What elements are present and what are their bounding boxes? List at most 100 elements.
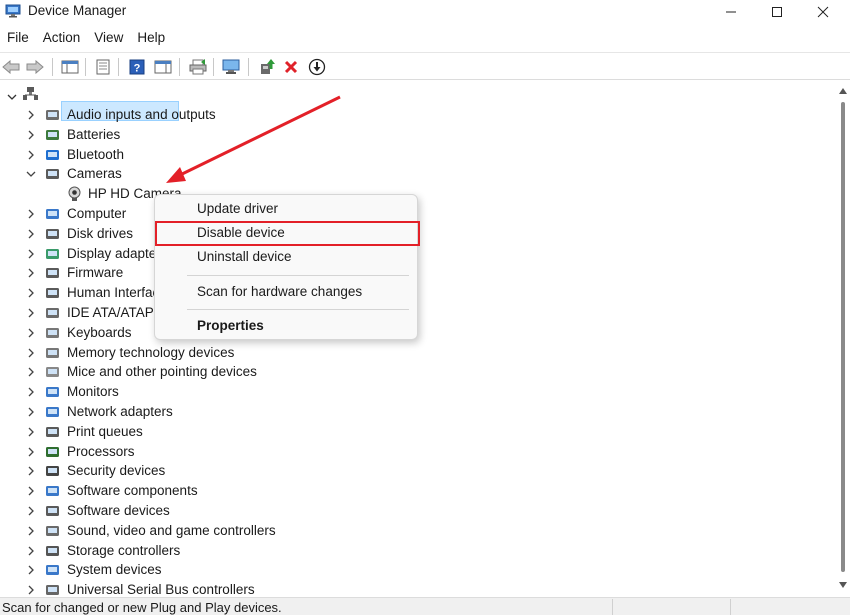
chevron-right-icon[interactable] [25, 327, 37, 339]
chevron-right-icon[interactable] [25, 584, 37, 596]
menu-view[interactable]: View [87, 28, 130, 50]
properties-icon [96, 59, 110, 75]
print-button[interactable] [187, 56, 209, 78]
software-devices-icon [46, 506, 59, 516]
print-icon [189, 59, 207, 75]
chevron-right-icon[interactable] [25, 129, 37, 141]
status-text: Scan for changed or new Plug and Play de… [2, 600, 282, 615]
close-button[interactable] [800, 0, 846, 24]
tree-item-processors[interactable]: Processors [0, 442, 800, 462]
tree-item-label: Disk drives [67, 225, 134, 241]
menu-item-properties[interactable]: Properties [197, 316, 264, 336]
console-tree-button[interactable] [59, 56, 81, 78]
network-adapters-icon [46, 407, 59, 417]
chevron-right-icon[interactable] [25, 248, 37, 260]
disable-device-button[interactable] [306, 56, 328, 78]
computer-icon [46, 209, 59, 219]
firmware-icon [46, 268, 59, 279]
minimize-icon [726, 11, 736, 13]
chevron-right-icon[interactable] [25, 465, 37, 477]
chevron-right-icon[interactable] [25, 545, 37, 557]
chevron-right-icon[interactable] [25, 406, 37, 418]
display-adapters-icon [46, 248, 59, 259]
menu-item-uninstall-device[interactable]: Uninstall device [197, 247, 292, 267]
chevron-right-icon[interactable] [25, 287, 37, 299]
menu-action[interactable]: Action [36, 28, 88, 50]
maximize-button[interactable] [754, 0, 800, 24]
tree-item-bluetooth[interactable]: Bluetooth [0, 145, 800, 165]
forward-button[interactable] [24, 56, 46, 78]
tree-item-audio-inputs-and-outputs[interactable]: Audio inputs and outputs [0, 105, 800, 125]
menu-bar: File Action View Help [0, 28, 172, 50]
menu-item-update-driver[interactable]: Update driver [197, 199, 278, 219]
menu-file[interactable]: File [0, 28, 36, 50]
tree-item-security-devices[interactable]: Security devices [0, 461, 800, 481]
disk-drives-icon [46, 228, 59, 239]
chevron-right-icon[interactable] [25, 446, 37, 458]
scrollbar-thumb[interactable] [841, 102, 845, 572]
chevron-down-icon[interactable] [25, 168, 37, 180]
chevron-right-icon[interactable] [25, 564, 37, 576]
chevron-right-icon[interactable] [25, 267, 37, 279]
scroll-down-arrow-icon[interactable] [839, 582, 847, 588]
svg-text:?: ? [134, 63, 141, 75]
chevron-right-icon[interactable] [25, 366, 37, 378]
uninstall-button[interactable] [280, 56, 302, 78]
properties-button[interactable] [92, 56, 114, 78]
status-bar: Scan for changed or new Plug and Play de… [0, 597, 850, 615]
toolbar-separator [85, 58, 86, 76]
tree-item-label: Bluetooth [67, 146, 125, 162]
scan-hardware-icon [222, 59, 240, 74]
title-bar: Device Manager [0, 0, 850, 24]
cameras-icon [46, 169, 59, 180]
minimize-button[interactable] [708, 0, 754, 24]
status-divider [612, 599, 613, 615]
chevron-right-icon[interactable] [25, 149, 37, 161]
chevron-right-icon[interactable] [25, 426, 37, 438]
chevron-right-icon[interactable] [25, 485, 37, 497]
vertical-scrollbar[interactable] [836, 82, 850, 596]
tree-item-sound-video-and-game-controllers[interactable]: Sound, video and game controllers [0, 521, 800, 541]
chevron-right-icon[interactable] [25, 347, 37, 359]
tree-item-software-devices[interactable]: Software devices [0, 501, 800, 521]
batteries-icon [46, 129, 59, 140]
chevron-right-icon[interactable] [25, 109, 37, 121]
tree-item-label: Cameras [67, 166, 122, 182]
status-divider [730, 599, 731, 615]
tree-item-mice-and-other-pointing-devices[interactable]: Mice and other pointing devices [0, 362, 800, 382]
action-pane-button[interactable] [152, 56, 174, 78]
tree-item-batteries[interactable]: Batteries [0, 125, 800, 145]
chevron-right-icon[interactable] [25, 525, 37, 537]
scan-hardware-button[interactable] [220, 56, 242, 78]
tree-item-software-components[interactable]: Software components [0, 481, 800, 501]
mice-and-other-pointing-devices-icon [46, 367, 59, 378]
tree-item-system-devices[interactable]: System devices [0, 560, 800, 580]
tree-item-label: Processors [67, 443, 135, 459]
chevron-right-icon[interactable] [25, 228, 37, 240]
tree-item-print-queues[interactable]: Print queues [0, 422, 800, 442]
tree-item-label: System devices [67, 562, 162, 578]
tree-item-cameras[interactable]: Cameras [0, 164, 800, 184]
menu-help[interactable]: Help [130, 28, 172, 50]
toolbar-separator [213, 58, 214, 76]
chevron-right-icon[interactable] [25, 386, 37, 398]
tree-item-label: Monitors [67, 384, 119, 400]
tree-item-storage-controllers[interactable]: Storage controllers [0, 541, 800, 561]
update-driver-icon [261, 59, 275, 74]
chevron-right-icon[interactable] [25, 505, 37, 517]
back-button[interactable] [0, 56, 22, 78]
scroll-up-arrow-icon[interactable] [839, 88, 847, 94]
menu-item-scan-hardware[interactable]: Scan for hardware changes [197, 282, 362, 302]
tree-item-monitors[interactable]: Monitors [0, 382, 800, 402]
storage-controllers-icon [46, 545, 59, 556]
help-button[interactable]: ? [126, 56, 148, 78]
show-hide-console-tree-icon [61, 60, 79, 74]
chevron-right-icon[interactable] [25, 307, 37, 319]
chevron-down-icon[interactable] [6, 91, 18, 103]
tree-item-network-adapters[interactable]: Network adapters [0, 402, 800, 422]
update-driver-button[interactable] [256, 56, 278, 78]
tree-item-label: Keyboards [67, 324, 132, 340]
chevron-right-icon[interactable] [25, 208, 37, 220]
tree-item-memory-technology-devices[interactable]: Memory technology devices [0, 343, 800, 363]
tree-item-label: Computer [67, 206, 127, 221]
